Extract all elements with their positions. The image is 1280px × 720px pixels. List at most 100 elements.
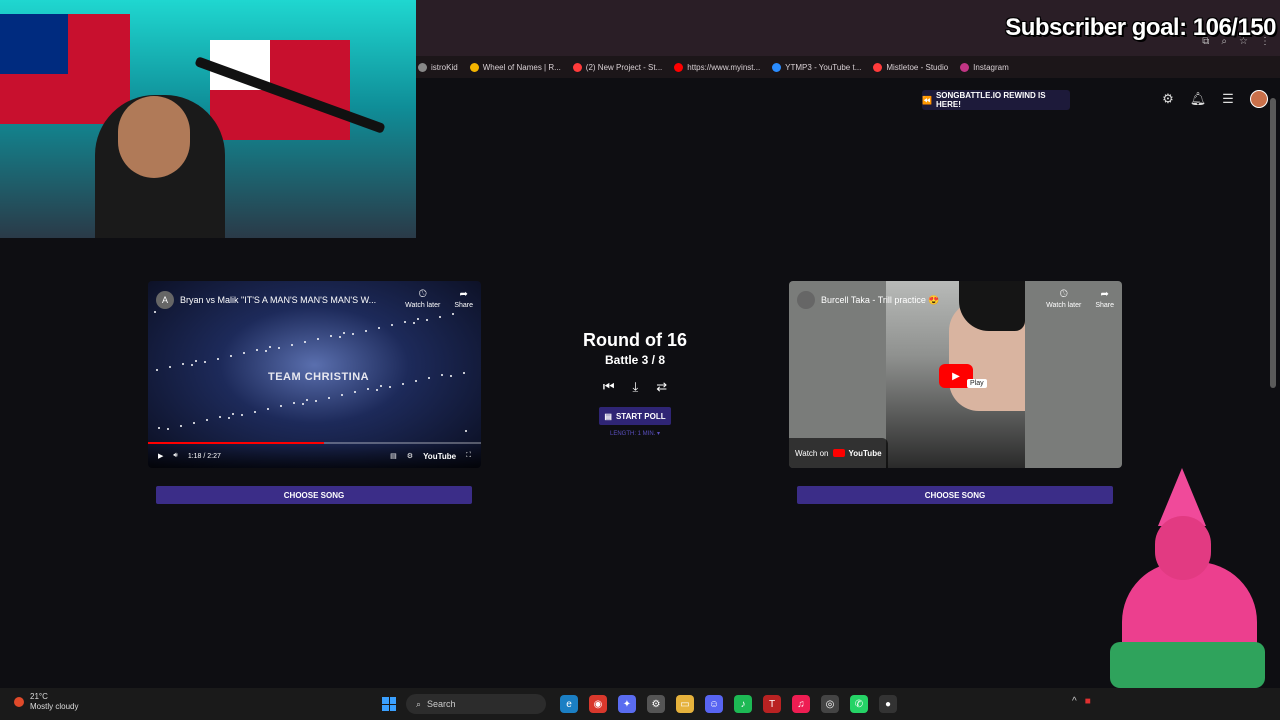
stage-light-dot bbox=[154, 311, 156, 313]
volume-icon[interactable]: 🔊︎ bbox=[173, 452, 177, 460]
obs-icon[interactable]: ● bbox=[879, 695, 897, 713]
stage-light-dot bbox=[315, 400, 317, 402]
share-button[interactable]: ➦ Share bbox=[1095, 289, 1114, 309]
stage-light-dot bbox=[169, 366, 171, 368]
bookmark-item[interactable]: https://www.myinst... bbox=[674, 62, 760, 72]
edge-icon[interactable]: e bbox=[560, 695, 578, 713]
bookmark-icon bbox=[772, 62, 782, 72]
stage-text: TEAM CHRISTINA bbox=[268, 371, 370, 383]
windows-start-icon[interactable] bbox=[382, 697, 396, 711]
settings-app-icon[interactable]: ⚙ bbox=[647, 695, 665, 713]
watch-later-button[interactable]: 🕓︎ Watch later bbox=[1046, 289, 1081, 309]
stage-light-dot bbox=[256, 349, 258, 351]
pink-costume-overlay bbox=[1100, 462, 1275, 688]
bookmark-item[interactable]: Wheel of Names | R... bbox=[469, 62, 561, 72]
bookmark-icon bbox=[873, 62, 883, 72]
stage-light-dot bbox=[293, 402, 295, 404]
round-title: Round of 16 bbox=[583, 330, 687, 350]
stage-light-dot bbox=[278, 347, 280, 349]
stage-light-dot bbox=[291, 344, 293, 346]
spotify-icon[interactable]: ♪ bbox=[734, 695, 752, 713]
play-icon[interactable]: ▶ bbox=[158, 452, 163, 460]
chrome-icon[interactable]: ◉ bbox=[589, 695, 607, 713]
rewind-banner[interactable]: ⏪ SONGBATTLE.IO REWIND IS HERE! bbox=[922, 90, 1070, 110]
bookmark-icon bbox=[418, 62, 427, 72]
settings-icon[interactable]: ⚙ bbox=[407, 452, 413, 460]
discord-icon[interactable]: ☺ bbox=[705, 695, 723, 713]
chevron-up-icon[interactable]: ^ bbox=[1072, 696, 1077, 707]
download-icon[interactable]: ⤓ bbox=[633, 379, 639, 395]
avatar[interactable] bbox=[1250, 90, 1268, 108]
video-actions: 🕓︎ Watch later ➦ Share bbox=[1046, 289, 1114, 309]
choose-song-left-button[interactable]: CHOOSE SONG bbox=[156, 486, 472, 504]
poll-length-select[interactable]: LENGTH: 1 MIN. ▾ bbox=[610, 430, 660, 437]
copilot-icon[interactable]: ✦ bbox=[618, 695, 636, 713]
bookmark-item[interactable]: (2) New Project - St... bbox=[572, 62, 662, 72]
figure-head bbox=[1155, 516, 1211, 580]
bookmark-item[interactable]: YTMP3 - YouTube t... bbox=[772, 62, 861, 72]
webcam-overlay bbox=[0, 0, 416, 238]
stage-light-dot bbox=[317, 338, 319, 340]
stage-light-dot bbox=[230, 355, 232, 357]
bookmark-item[interactable]: Instagram bbox=[960, 62, 1009, 72]
tray-app-icon[interactable]: ■ bbox=[1085, 696, 1091, 707]
stage-light-dot bbox=[426, 319, 428, 321]
channel-avatar[interactable] bbox=[797, 291, 815, 309]
stage-light-dot bbox=[415, 380, 417, 382]
taskbar: 21°C Mostly cloudy ⌕ Search e ◉ ✦ ⚙ ▭ ☺ … bbox=[0, 688, 1280, 720]
start-poll-button[interactable]: ▤ START POLL bbox=[599, 407, 671, 425]
stage-light-dot bbox=[380, 385, 382, 387]
taskbar-search[interactable]: ⌕ Search bbox=[406, 694, 546, 714]
stage-light-dot bbox=[241, 414, 243, 416]
weather-widget[interactable]: 21°C Mostly cloudy bbox=[14, 692, 78, 712]
bookmark-icon bbox=[469, 62, 479, 72]
hamburger-menu-icon[interactable]: ☰ bbox=[1220, 91, 1236, 107]
stage-light-dot bbox=[341, 394, 343, 396]
captions-icon[interactable]: ▤ bbox=[390, 452, 397, 460]
channel-avatar[interactable]: A bbox=[156, 291, 174, 309]
whatsapp-icon[interactable]: ✆ bbox=[850, 695, 868, 713]
tiktok-icon[interactable]: ♫ bbox=[792, 695, 810, 713]
stage-light-dot bbox=[365, 330, 367, 332]
stage-light-dot bbox=[413, 322, 415, 324]
bookmark-item[interactable]: Mistletoe - Studio bbox=[873, 62, 948, 72]
stage-light-dot bbox=[339, 336, 341, 338]
shuffle-icon[interactable]: ⇄ bbox=[656, 379, 667, 395]
video-controls: ▶ 🔊︎ 1:18 / 2:27 ▤ ⚙ YouTube ⛶ bbox=[148, 444, 481, 468]
stage-light-dot bbox=[376, 389, 378, 391]
previous-icon[interactable]: ⏮ bbox=[603, 379, 615, 395]
watch-later-button[interactable]: 🕓︎ Watch later bbox=[405, 289, 440, 309]
stage-light-dot bbox=[243, 352, 245, 354]
share-button[interactable]: ➦ Share bbox=[454, 289, 473, 309]
stage-light-dot bbox=[441, 374, 443, 376]
video-title[interactable]: Burcell Taka - Trill practice 😍 bbox=[821, 295, 940, 306]
stage-light-dot bbox=[304, 341, 306, 343]
bookmark-item[interactable]: istroKid bbox=[418, 62, 458, 72]
stage-light-dot bbox=[228, 417, 230, 419]
gear-icon[interactable]: ⚙ bbox=[1160, 91, 1176, 107]
text-app-icon[interactable]: T bbox=[763, 695, 781, 713]
scroll-thumb[interactable] bbox=[1270, 98, 1276, 388]
video-title[interactable]: Bryan vs Malik "IT'S A MAN'S MAN'S MAN'S… bbox=[180, 295, 376, 305]
bell-icon[interactable]: 🔔︎ bbox=[1190, 91, 1207, 107]
battle-counter: Battle 3 / 8 bbox=[604, 353, 666, 367]
folder-icon[interactable]: ▭ bbox=[676, 695, 694, 713]
capture-icon[interactable]: ◎ bbox=[821, 695, 839, 713]
choose-song-right-button[interactable]: CHOOSE SONG bbox=[797, 486, 1113, 504]
watch-on-youtube-link[interactable]: Watch on YouTube bbox=[789, 438, 888, 468]
video-title-bar[interactable]: Burcell Taka - Trill practice 😍 bbox=[797, 291, 940, 309]
system-tray: ^ ■ bbox=[1072, 696, 1091, 707]
video-title-bar[interactable]: A Bryan vs Malik "IT'S A MAN'S MAN'S MAN… bbox=[156, 291, 376, 309]
fullscreen-icon[interactable]: ⛶ bbox=[466, 452, 471, 460]
video-player-right[interactable]: Burcell Taka - Trill practice 😍 🕓︎ Watch … bbox=[789, 281, 1122, 468]
poll-icon: ▤ bbox=[604, 411, 612, 421]
youtube-logo[interactable]: YouTube bbox=[423, 452, 456, 461]
stage-light-dot bbox=[232, 413, 234, 415]
video-player-left[interactable]: A Bryan vs Malik "IT'S A MAN'S MAN'S MAN… bbox=[148, 281, 481, 468]
stage-light-dot bbox=[417, 318, 419, 320]
stage-light-dot bbox=[265, 350, 267, 352]
bookmark-icon bbox=[572, 62, 582, 72]
search-icon: ⌕ bbox=[416, 698, 422, 709]
stage-light-dot bbox=[280, 405, 282, 407]
video-time: 1:18 / 2:27 bbox=[187, 452, 221, 460]
